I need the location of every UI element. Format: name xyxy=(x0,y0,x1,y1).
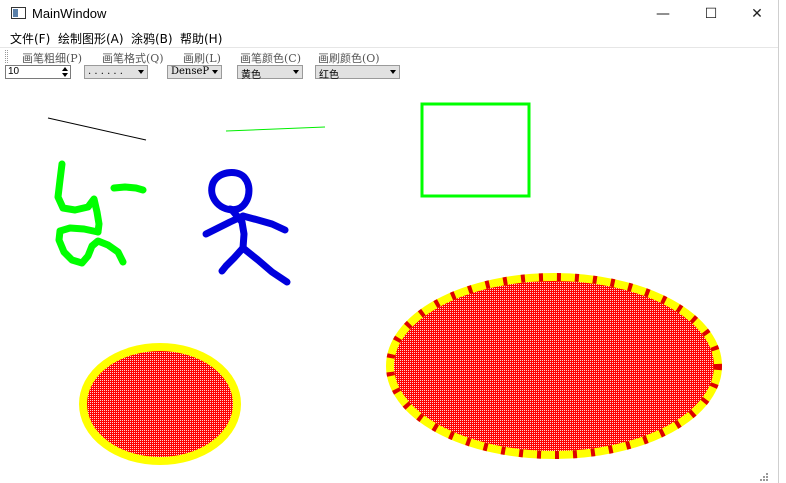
black-line xyxy=(47,117,147,141)
small-filled-ellipse xyxy=(79,343,241,465)
close-icon: ✕ xyxy=(751,6,763,22)
minimize-icon: — xyxy=(656,6,670,22)
brush-color-value: 红色 xyxy=(319,70,339,81)
pen-style-combo[interactable]: . . . . . . xyxy=(84,65,148,79)
brush-color-combo[interactable]: 红色 xyxy=(315,65,400,81)
menu-bar: 文件(F) 绘制图形(A) 涂鸦(B) 帮助(H) xyxy=(0,28,778,46)
green-rectangle xyxy=(420,102,531,198)
close-button[interactable]: ✕ xyxy=(734,0,780,28)
app-window-icon xyxy=(11,7,26,19)
pen-color-combo[interactable]: 黄色 xyxy=(237,65,303,81)
spin-down-icon[interactable] xyxy=(61,73,68,77)
maximize-icon: ☐ xyxy=(704,6,718,22)
spin-arrows[interactable] xyxy=(60,67,69,77)
pen-width-spinbox[interactable]: 10 xyxy=(5,65,71,79)
main-window: MainWindow — ☐ ✕ 文件(F) 绘制图形(A) 涂鸦(B) 帮助(… xyxy=(0,0,779,483)
window-title: MainWindow xyxy=(32,6,107,21)
menu-draw-shape[interactable]: 绘制图形(A) xyxy=(58,30,124,47)
toolbar-grip-icon[interactable] xyxy=(5,50,8,63)
pen-width-value: 10 xyxy=(8,66,20,77)
pen-style-value: . . . . . . xyxy=(88,66,123,77)
dropdown-arrow-icon xyxy=(293,70,299,74)
maximize-button[interactable]: ☐ xyxy=(688,0,734,28)
minimize-button[interactable]: — xyxy=(640,0,686,28)
dropdown-arrow-icon xyxy=(390,70,396,74)
green-line xyxy=(225,126,326,132)
menu-doodle[interactable]: 涂鸦(B) xyxy=(131,30,173,47)
brush-value: DensePa xyxy=(171,66,209,77)
toolbar-controls: 10 . . . . . . DensePa 黄色 红色 xyxy=(0,64,778,81)
spin-up-icon[interactable] xyxy=(61,67,68,71)
toolbar-labels: 画笔粗细(P) 画笔格式(Q) 画刷(L) 画笔颜色(C) 画刷颜色(O) xyxy=(0,47,778,65)
menu-file[interactable]: 文件(F) xyxy=(10,30,50,47)
blue-stick-figure xyxy=(202,168,291,286)
drawing-canvas[interactable] xyxy=(0,81,778,483)
title-bar[interactable]: MainWindow — ☐ ✕ xyxy=(0,0,778,28)
green-doodle xyxy=(54,160,147,267)
menu-help[interactable]: 帮助(H) xyxy=(180,30,222,47)
brush-combo[interactable]: DensePa xyxy=(167,65,222,79)
dropdown-arrow-icon xyxy=(212,70,218,74)
pen-color-value: 黄色 xyxy=(241,70,261,81)
dropdown-arrow-icon xyxy=(138,70,144,74)
resize-grip-icon[interactable] xyxy=(758,471,768,481)
